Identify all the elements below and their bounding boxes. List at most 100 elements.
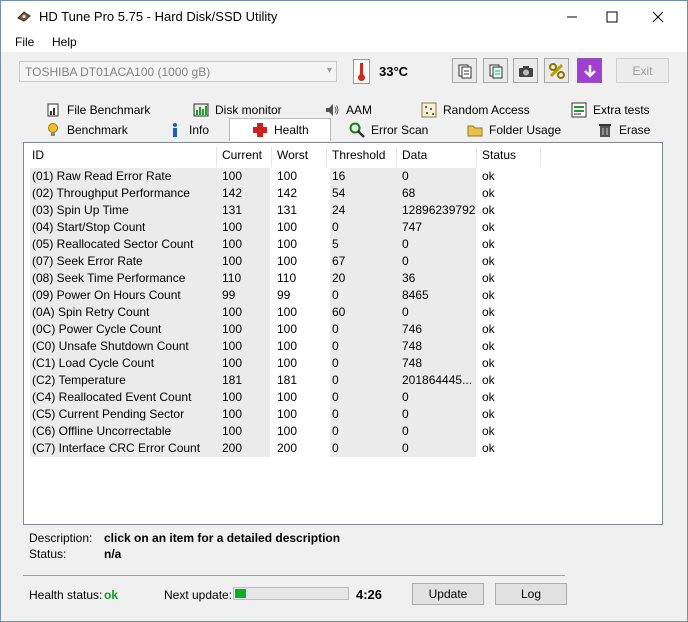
table-cell: 0 (400, 389, 476, 406)
table-cell: ok (482, 220, 495, 234)
tab-label: Erase (619, 123, 651, 137)
table-cell: ok (482, 305, 495, 319)
next-update-label: Next update: (164, 588, 233, 602)
file-benchmark-icon (47, 103, 59, 117)
column-header-worst[interactable]: Worst (277, 148, 308, 168)
table-cell: 100 (277, 339, 298, 353)
health-status-value: ok (104, 588, 119, 602)
drive-select[interactable]: TOSHIBA DT01ACA100 (1000 gB) ▾ (19, 61, 337, 82)
table-cell: 0 (400, 253, 476, 270)
table-cell: (09) Power On Hours Count (30, 287, 220, 304)
tab-extra-tests[interactable]: Extra tests (571, 100, 650, 120)
table-cell: 100 (220, 253, 270, 270)
save-button[interactable] (577, 58, 602, 83)
smart-table[interactable]: ID Current Worst Threshold Data Status (… (23, 142, 663, 525)
tab-aam[interactable]: AAM (324, 100, 372, 120)
column-header-threshold[interactable]: Threshold (332, 148, 385, 168)
tab-label: AAM (346, 103, 373, 117)
status-value: n/a (104, 547, 122, 561)
update-progress-bar (233, 587, 349, 600)
table-cell: 68 (400, 185, 476, 202)
minimize-icon (567, 16, 577, 17)
column-header-current[interactable]: Current (222, 148, 262, 168)
tab-file-benchmark[interactable]: File Benchmark (45, 100, 150, 120)
tab-info[interactable]: Info (167, 120, 209, 140)
table-cell: (C2) Temperature (30, 372, 220, 389)
magnifier-icon (349, 122, 365, 138)
table-cell: 100 (277, 356, 298, 370)
table-cell: 100 (277, 305, 298, 319)
table-cell: (C7) Interface CRC Error Count (30, 440, 220, 457)
log-button[interactable]: Log (495, 583, 567, 605)
table-cell: 200 (220, 440, 270, 457)
table-cell: ok (482, 322, 495, 336)
table-cell: 201864445... (400, 372, 476, 389)
table-cell: (C5) Current Pending Sector (30, 406, 220, 423)
table-cell: ok (482, 373, 495, 387)
lightbulb-icon (48, 123, 58, 136)
table-cell: (0A) Spin Retry Count (30, 304, 220, 321)
tab-benchmark[interactable]: Benchmark (45, 120, 128, 140)
tab-error-scan[interactable]: Error Scan (349, 120, 428, 140)
table-cell: (02) Throughput Performance (30, 185, 220, 202)
table-cell: 100 (220, 423, 270, 440)
table-cell: (08) Seek Time Performance (30, 270, 220, 287)
exit-button[interactable]: Exit (616, 58, 669, 83)
table-cell: 20 (330, 270, 400, 287)
description-label: Description: (29, 531, 93, 545)
tab-label: Info (189, 123, 210, 137)
table-cell: (C4) Reallocated Event Count (30, 389, 220, 406)
table-cell: 142 (277, 186, 298, 200)
maximize-button[interactable] (589, 1, 635, 32)
screenshot-button[interactable] (513, 58, 538, 83)
tab-folder-usage[interactable]: Folder Usage (467, 120, 561, 140)
close-button[interactable] (635, 1, 681, 32)
table-cell: 54 (330, 185, 400, 202)
tab-random-access[interactable]: Random Access (421, 100, 530, 120)
table-cell: 12896239792 (400, 202, 476, 219)
tab-health[interactable]: Health (229, 118, 331, 141)
column-header-status[interactable]: Status (482, 148, 516, 168)
table-cell: 0 (330, 423, 400, 440)
folder-icon (467, 125, 483, 137)
footer-divider (23, 575, 565, 576)
table-cell: 36 (400, 270, 476, 287)
menu-file[interactable]: File (15, 35, 34, 49)
table-cell: ok (482, 203, 495, 217)
trash-icon (599, 124, 611, 137)
tab-label: Health (274, 123, 309, 137)
table-cell: 748 (400, 355, 476, 372)
table-cell: 0 (400, 168, 476, 185)
tab-label: Random Access (443, 103, 530, 117)
maximize-icon (606, 11, 618, 22)
table-cell: ok (482, 390, 495, 404)
column-header-data[interactable]: Data (402, 148, 427, 168)
copy-info-button[interactable] (452, 58, 477, 83)
options-button[interactable] (544, 58, 569, 83)
menu-bar: File Help (1, 32, 687, 52)
table-cell: 100 (277, 169, 298, 183)
table-cell: 0 (330, 338, 400, 355)
table-cell: 100 (277, 254, 298, 268)
info-icon (173, 123, 177, 137)
update-button[interactable]: Update (412, 583, 484, 605)
tab-erase[interactable]: Erase (597, 120, 650, 140)
table-cell: 100 (277, 322, 298, 336)
table-cell: ok (482, 186, 495, 200)
title-bar[interactable]: HD Tune Pro 5.75 - Hard Disk/SSD Utility (1, 1, 687, 32)
save-arrow-icon (583, 64, 596, 78)
table-cell: (04) Start/Stop Count (30, 219, 220, 236)
main-window: HD Tune Pro 5.75 - Hard Disk/SSD Utility… (0, 0, 688, 622)
table-cell: ok (482, 288, 495, 302)
table-cell: 131 (277, 203, 298, 217)
tab-disk-monitor[interactable]: Disk monitor (193, 100, 282, 120)
table-cell: (05) Reallocated Sector Count (30, 236, 220, 253)
menu-help[interactable]: Help (52, 35, 77, 49)
extra-tests-icon (571, 102, 587, 118)
table-cell: 100 (220, 406, 270, 423)
drive-select-value: TOSHIBA DT01ACA100 (1000 gB) (25, 65, 211, 79)
table-cell: 0 (400, 236, 476, 253)
column-header-id[interactable]: ID (32, 148, 44, 168)
random-access-icon (421, 102, 437, 118)
copy-all-button[interactable] (483, 58, 508, 83)
